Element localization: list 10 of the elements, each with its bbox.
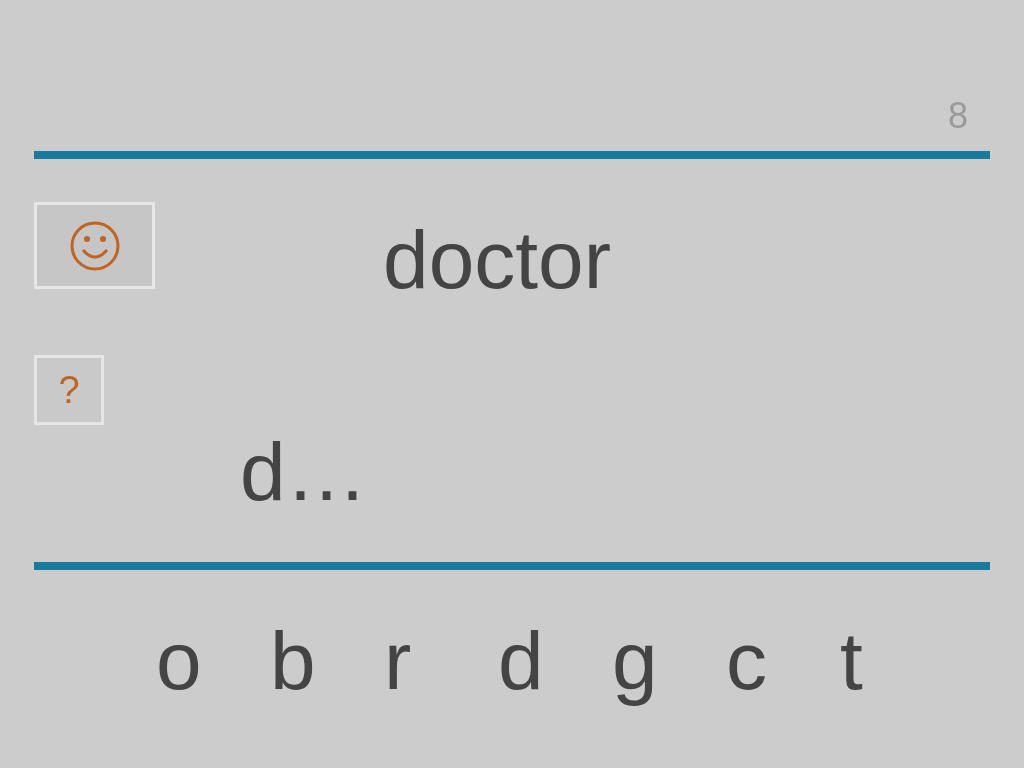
letter-button[interactable]: r (384, 620, 498, 702)
prompt-word: doctor (383, 214, 611, 305)
smiley-button[interactable] (34, 202, 155, 289)
letter-button[interactable]: c (726, 620, 840, 702)
letter-button[interactable]: o (156, 620, 270, 702)
letter-button[interactable]: d (498, 620, 612, 702)
smiley-icon (68, 219, 121, 272)
letter-button[interactable]: t (840, 620, 954, 702)
letter-button[interactable]: b (270, 620, 384, 702)
answer-text: d… (240, 426, 368, 517)
